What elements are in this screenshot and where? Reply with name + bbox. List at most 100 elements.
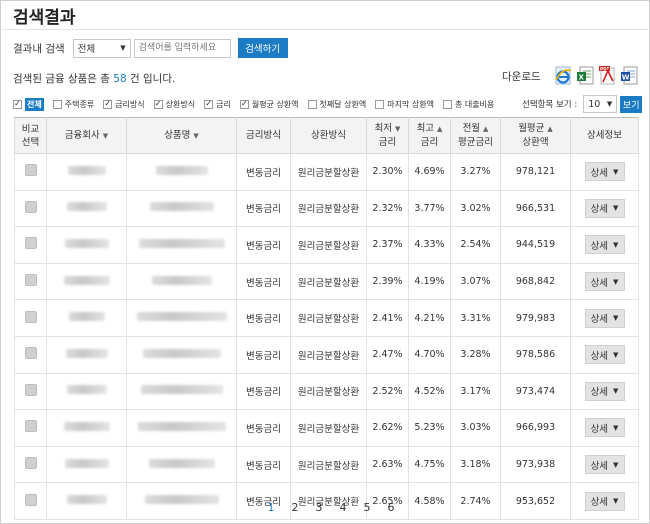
- checkbox-checked-icon[interactable]: ✓: [239, 99, 249, 109]
- redacted-company: [64, 458, 109, 468]
- compare-checkbox[interactable]: [24, 274, 37, 287]
- detail-button[interactable]: 상세 ▼: [584, 381, 625, 401]
- cell-product[interactable]: [126, 262, 237, 301]
- compare-checkbox[interactable]: [24, 420, 37, 433]
- filter-item[interactable]: 첫째달 상환액: [307, 99, 366, 110]
- redacted-company: [66, 495, 107, 505]
- result-count-prefix: 검색된 금융 상품은 총: [13, 73, 114, 85]
- header-product[interactable]: 상품명 ▼: [126, 117, 237, 154]
- detail-button[interactable]: 상세 ▼: [584, 235, 625, 255]
- cell-product[interactable]: [126, 299, 237, 337]
- cell-prev-rate: 3.28%: [450, 335, 501, 374]
- checkbox-icon[interactable]: [375, 99, 385, 109]
- detail-button[interactable]: 상세 ▼: [584, 455, 625, 475]
- checkbox-checked-icon[interactable]: ✓: [103, 99, 113, 109]
- cell-compare: [14, 189, 47, 228]
- detail-button[interactable]: 상세 ▼: [584, 198, 625, 218]
- cell-product[interactable]: [126, 189, 237, 228]
- filter-item[interactable]: 총 대출비용: [442, 99, 494, 110]
- filter-item[interactable]: ✓ 월평균 상환액: [239, 99, 299, 110]
- filter-item[interactable]: ✓ 상환방식: [153, 99, 196, 110]
- header-monthly-line2: 상환액: [522, 137, 549, 148]
- detail-button[interactable]: 상세 ▼: [584, 345, 625, 365]
- detail-button[interactable]: 상세 ▼: [584, 308, 625, 328]
- header-min-rate-line2: 금리: [378, 137, 397, 148]
- search-input[interactable]: [133, 38, 231, 58]
- cell-repay-type: 원리금분할상환: [290, 226, 367, 264]
- checkbox-icon[interactable]: [442, 99, 452, 109]
- checkbox-checked-icon[interactable]: ✓: [153, 99, 163, 109]
- filter-label: 상환방식: [165, 99, 196, 109]
- column-filter-bar: ✓ 전체 주택종류 ✓ 금리방식 ✓ 상환방식 ✓ 금리 ✓ 월평균 상환액 첫째달 상환액 마지막 상…: [13, 97, 503, 111]
- detail-button[interactable]: 상세 ▼: [584, 162, 625, 182]
- detail-button[interactable]: 상세 ▼: [584, 491, 625, 511]
- cell-prev-rate: 3.03%: [450, 409, 501, 447]
- header-monthly[interactable]: 월평균 ▲ 상환액: [500, 117, 571, 154]
- filter-item[interactable]: 마지막 상환액: [375, 99, 434, 110]
- result-count-suffix: 건 입니다.: [126, 73, 176, 85]
- cell-product[interactable]: [126, 335, 237, 374]
- perpage-select[interactable]: 10 ▼: [583, 95, 618, 113]
- detail-button[interactable]: 상세 ▼: [584, 272, 625, 292]
- cell-max-rate: 4.75%: [408, 445, 451, 484]
- cell-rate-type: 변동금리: [236, 262, 291, 301]
- detail-button[interactable]: 상세 ▼: [584, 418, 625, 438]
- redacted-product: [144, 495, 219, 505]
- ie-icon[interactable]: [554, 65, 573, 86]
- header-min-rate[interactable]: 최저 ▼ 금리: [366, 117, 409, 154]
- cell-product[interactable]: [126, 482, 237, 520]
- header-product-label: 상품명: [164, 129, 191, 141]
- filter-item[interactable]: 주택종류: [52, 99, 94, 110]
- cell-detail: 상세 ▼: [570, 445, 639, 484]
- cell-repay-type: 원리금분할상환: [290, 372, 367, 411]
- cell-compare: [14, 262, 47, 301]
- compare-checkbox[interactable]: [24, 164, 37, 177]
- compare-checkbox[interactable]: [24, 200, 37, 213]
- page-link[interactable]: 4: [331, 501, 355, 514]
- page-link[interactable]: 2: [283, 501, 307, 514]
- header-company[interactable]: 금융회사 ▼: [46, 117, 127, 154]
- page-link[interactable]: 6: [379, 501, 403, 514]
- excel-icon[interactable]: X: [576, 65, 595, 86]
- page-link[interactable]: 3: [307, 501, 331, 514]
- filter-item[interactable]: ✓ 금리: [204, 99, 231, 110]
- cell-product[interactable]: [126, 372, 237, 411]
- compare-checkbox[interactable]: [24, 237, 37, 250]
- header-compare: 비교 선택: [14, 117, 47, 154]
- cell-rate-type: 변동금리: [236, 445, 291, 484]
- checkbox-icon[interactable]: [52, 99, 62, 109]
- cell-compare: [14, 482, 47, 520]
- search-button[interactable]: 검색하기: [237, 38, 288, 58]
- filter-item[interactable]: ✓ 금리방식: [103, 99, 145, 110]
- redacted-product: [142, 348, 221, 358]
- chevron-down-icon: ▼: [613, 167, 619, 176]
- page-link[interactable]: 5: [355, 501, 379, 514]
- compare-checkbox[interactable]: [24, 383, 37, 396]
- checkbox-icon[interactable]: [307, 99, 317, 109]
- cell-repay-type: 원리금분할상환: [290, 335, 367, 374]
- search-scope-select[interactable]: 전체 ▼: [72, 38, 131, 58]
- header-detail: 상세정보: [570, 117, 639, 154]
- cell-rate-type: 변동금리: [236, 153, 291, 191]
- redacted-company: [67, 165, 106, 175]
- checkbox-checked-icon[interactable]: ✓: [13, 99, 22, 109]
- cell-product[interactable]: [126, 409, 237, 447]
- perpage-view-button[interactable]: 보기: [620, 95, 643, 113]
- search-scope-value: 전체: [77, 44, 96, 55]
- filter-item[interactable]: ✓ 전체: [13, 97, 44, 111]
- header-max-rate[interactable]: 최고 ▲ 금리: [408, 117, 451, 154]
- compare-checkbox[interactable]: [24, 347, 37, 360]
- cell-product[interactable]: [126, 445, 237, 484]
- word-icon[interactable]: W: [620, 65, 639, 86]
- cell-product[interactable]: [126, 153, 237, 191]
- page-link[interactable]: 1: [259, 501, 283, 514]
- compare-checkbox[interactable]: [24, 457, 37, 470]
- header-prev-rate[interactable]: 전월 ▲ 평균금리: [450, 117, 501, 154]
- cell-product[interactable]: [126, 226, 237, 264]
- compare-checkbox[interactable]: [24, 310, 37, 323]
- cell-detail: 상세 ▼: [570, 372, 639, 411]
- checkbox-checked-icon[interactable]: ✓: [204, 99, 214, 109]
- compare-checkbox[interactable]: [24, 493, 37, 506]
- cell-monthly: 944,519: [500, 226, 571, 264]
- pdf-icon[interactable]: PDF: [598, 65, 617, 86]
